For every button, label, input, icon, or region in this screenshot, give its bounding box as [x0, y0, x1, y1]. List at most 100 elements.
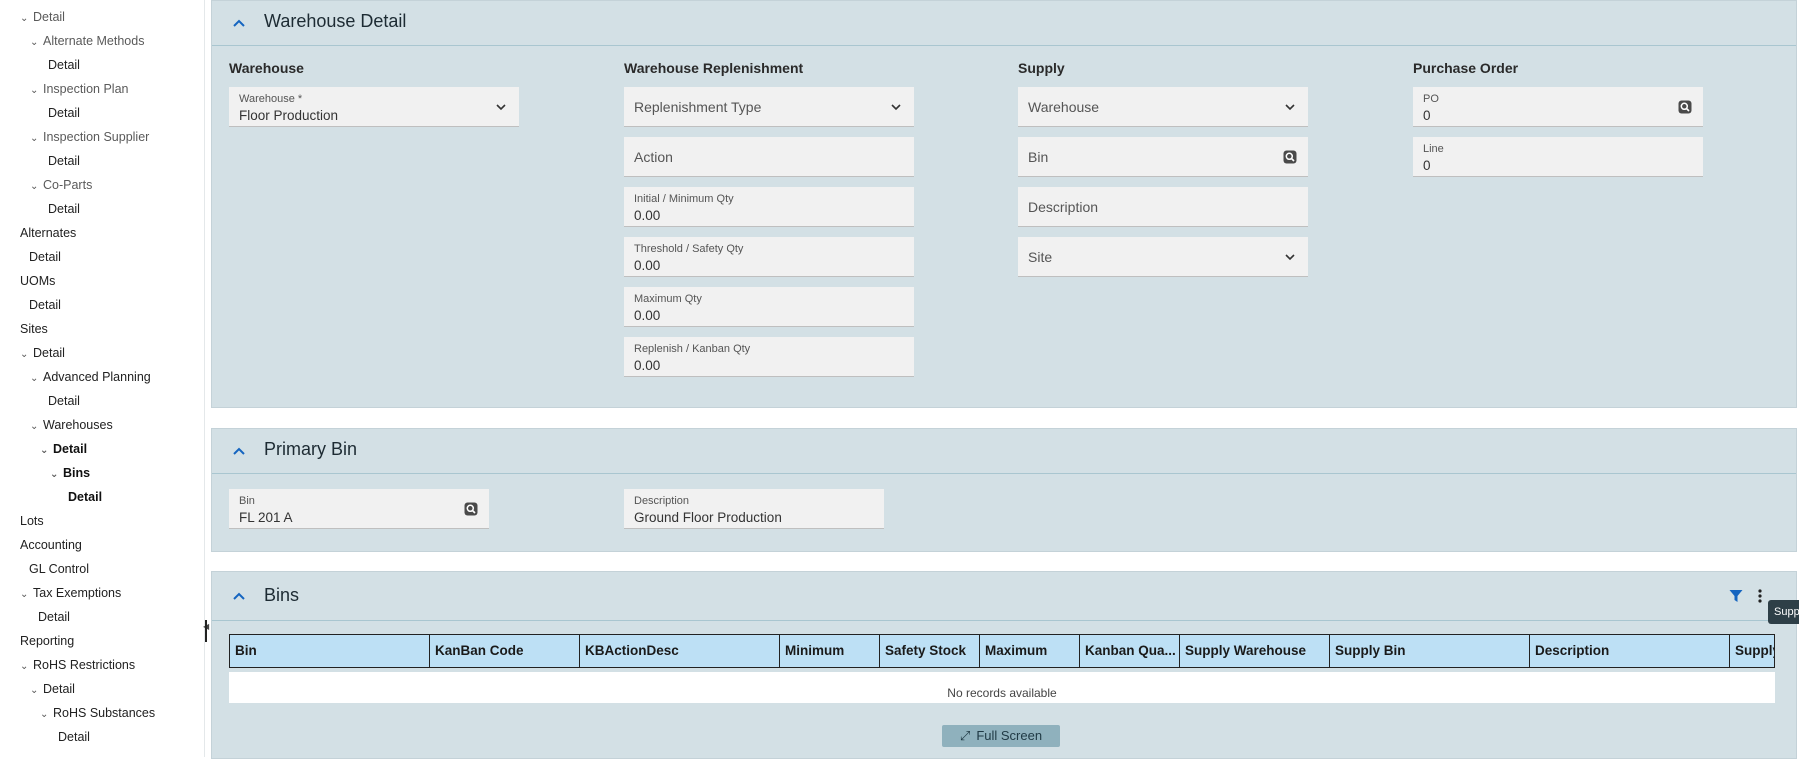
action-field[interactable]: Action	[624, 137, 914, 177]
tree-item[interactable]: Lots	[20, 511, 44, 531]
column-header[interactable]: Safety Stock	[880, 635, 980, 667]
tree-item[interactable]: Reporting	[20, 631, 74, 651]
chevron-down-icon[interactable]	[1282, 249, 1298, 265]
lookup-search-icon[interactable]	[1677, 99, 1693, 115]
field-value: 0.00	[634, 208, 661, 223]
tree-item-label: Detail	[29, 298, 61, 312]
chevron-down-icon[interactable]: ⌄	[40, 441, 50, 461]
chevron-down-icon[interactable]: ⌄	[30, 177, 40, 197]
po-field[interactable]: PO 0	[1413, 87, 1703, 127]
tree-item[interactable]: ⌄ Tax Exemptions	[20, 583, 121, 603]
primary-bin-header: Primary Bin	[212, 429, 1796, 474]
supply-description-field[interactable]: Description	[1018, 187, 1308, 227]
tree-item[interactable]: ⌄ Warehouses	[30, 415, 113, 435]
column-header[interactable]: Supply	[1730, 635, 1774, 667]
navigation-tree: ⌄ Detail ⌄ Alternate Methods Detail ⌄ Inspecti…	[0, 0, 205, 757]
tree-item[interactable]: Detail	[58, 727, 90, 747]
tree-item[interactable]: ⌄ Detail	[30, 679, 75, 699]
sidebar-resize-handle[interactable]	[205, 620, 207, 642]
lookup-search-icon[interactable]	[463, 501, 479, 517]
tree-item[interactable]: ⌄ Inspection Plan	[30, 79, 128, 99]
tree-item-label: Reporting	[20, 634, 75, 648]
chevron-down-icon[interactable]: ⌄	[20, 657, 30, 677]
chevron-up-icon[interactable]	[230, 442, 248, 460]
tree-item[interactable]: ⌄ Detail	[20, 343, 65, 363]
tree-item-label: Co-Parts	[43, 178, 93, 192]
tree-item[interactable]: Detail	[68, 487, 102, 507]
column-header[interactable]: Bin	[230, 635, 430, 667]
chevron-down-icon[interactable]: ⌄	[20, 345, 30, 365]
threshold-safety-qty-field[interactable]: Threshold / Safety Qty 0.00	[624, 237, 914, 277]
tree-item[interactable]: GL Control	[29, 559, 89, 579]
tree-item[interactable]: Detail	[48, 103, 80, 123]
chevron-down-icon[interactable]: ⌄	[20, 585, 30, 605]
tree-item[interactable]: UOMs	[20, 271, 55, 291]
chevron-down-icon[interactable]: ⌄	[30, 129, 40, 149]
primary-bin-field[interactable]: Bin FL 201 A	[229, 489, 489, 529]
tree-item[interactable]: Detail	[29, 295, 61, 315]
tree-item[interactable]: ⌄ Inspection Supplier	[30, 127, 149, 147]
chevron-up-icon[interactable]	[230, 14, 248, 32]
lookup-search-icon[interactable]	[1282, 149, 1298, 165]
maximum-qty-field[interactable]: Maximum Qty 0.00	[624, 287, 914, 327]
initial-minimum-qty-field[interactable]: Initial / Minimum Qty 0.00	[624, 187, 914, 227]
full-screen-button[interactable]: ⤢ Full Screen	[942, 725, 1060, 747]
tree-item[interactable]: ⌄ Detail	[20, 7, 65, 27]
supply-warehouse-select[interactable]: Warehouse	[1018, 87, 1308, 127]
column-header[interactable]: Minimum	[780, 635, 880, 667]
line-field[interactable]: Line 0	[1413, 137, 1703, 177]
column-header[interactable]: KanBan Code	[430, 635, 580, 667]
warehouse-detail-panel: Warehouse Detail Warehouse Warehouse * F…	[211, 0, 1797, 408]
column-header[interactable]: Supply Bin	[1330, 635, 1530, 667]
replenishment-type-select[interactable]: Replenishment Type	[624, 87, 914, 127]
chevron-down-icon[interactable]: ⌄	[40, 705, 50, 725]
tree-item[interactable]: ⌄ RoHS Restrictions	[20, 655, 135, 675]
tree-item-label: Detail	[33, 346, 65, 360]
tree-item[interactable]: Alternates	[20, 223, 76, 243]
column-header[interactable]: Kanban Qua...	[1080, 635, 1180, 667]
tree-item[interactable]: Detail	[38, 607, 70, 627]
tree-item[interactable]: ⌄ Detail	[40, 439, 87, 459]
chevron-down-icon[interactable]: ⌄	[30, 369, 40, 389]
more-vertical-icon[interactable]	[1754, 588, 1766, 604]
supply-bin-field[interactable]: Bin	[1018, 137, 1308, 177]
tree-item[interactable]: Detail	[29, 247, 61, 267]
chevron-down-icon[interactable]	[888, 99, 904, 115]
primary-bin-description-field[interactable]: Description Ground Floor Production	[624, 489, 884, 529]
tree-item[interactable]: Detail	[48, 199, 80, 219]
supply-site-select[interactable]: Site	[1018, 237, 1308, 277]
tree-item[interactable]: ⌄ Co-Parts	[30, 175, 92, 195]
tree-item[interactable]: ⌄ Bins	[50, 463, 90, 483]
tree-item[interactable]: Detail	[48, 55, 80, 75]
replenish-kanban-qty-field[interactable]: Replenish / Kanban Qty 0.00	[624, 337, 914, 377]
filter-icon[interactable]	[1728, 588, 1744, 604]
chevron-down-icon[interactable]	[1282, 99, 1298, 115]
panel-title: Bins	[264, 585, 300, 605]
tree-item[interactable]: Sites	[20, 319, 48, 339]
field-value: 0.00	[634, 358, 661, 373]
chevron-down-icon[interactable]: ⌄	[20, 9, 30, 29]
tree-item[interactable]: ⌄ Alternate Methods	[30, 31, 144, 51]
warehouse-select[interactable]: Warehouse * Floor Production	[229, 87, 519, 127]
column-header[interactable]: Description	[1530, 635, 1730, 667]
chevron-down-icon[interactable]: ⌄	[30, 681, 40, 701]
chevron-down-icon[interactable]: ⌄	[30, 417, 40, 437]
column-header[interactable]: KBActionDesc	[580, 635, 780, 667]
full-screen-label: Full Screen	[976, 728, 1043, 743]
column-header[interactable]: Supply Warehouse	[1180, 635, 1330, 667]
field-placeholder: Warehouse	[1028, 99, 1100, 115]
tree-item[interactable]: ⌄ Advanced Planning	[30, 367, 151, 387]
tree-item[interactable]: Detail	[48, 151, 80, 171]
field-label: Warehouse *	[239, 93, 303, 105]
tree-item[interactable]: Detail	[48, 391, 80, 411]
field-label: Threshold / Safety Qty	[634, 243, 744, 255]
chevron-down-icon[interactable]	[493, 99, 509, 115]
chevron-up-icon[interactable]	[230, 587, 248, 605]
tree-item[interactable]: ⌄ RoHS Substances	[40, 703, 155, 723]
chevron-down-icon[interactable]: ⌄	[30, 33, 40, 53]
column-header[interactable]: Maximum	[980, 635, 1080, 667]
chevron-down-icon[interactable]: ⌄	[50, 465, 60, 485]
field-value: 0.00	[634, 258, 661, 273]
chevron-down-icon[interactable]: ⌄	[30, 81, 40, 101]
tree-item[interactable]: Accounting	[20, 535, 82, 555]
